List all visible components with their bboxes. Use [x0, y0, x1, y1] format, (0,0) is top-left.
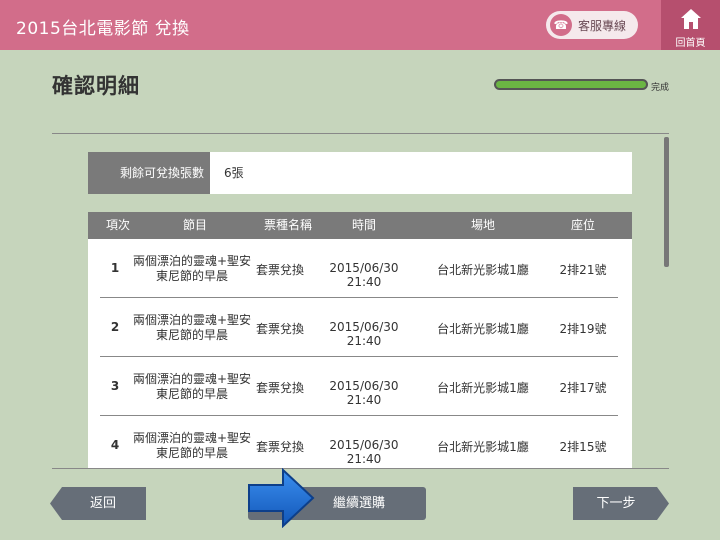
row-time: 2015/06/30 21:40	[329, 438, 399, 466]
row-seat: 2排15號	[559, 440, 607, 454]
row-ticket-type: 套票兌換	[255, 263, 304, 277]
header-seat: 座位	[570, 218, 595, 232]
home-icon	[681, 9, 701, 29]
row-venue: 台北新光影城1廳	[437, 381, 529, 395]
row-number: 4	[110, 438, 120, 452]
remaining-count-row: 剩餘可兌換張數 6張	[88, 152, 632, 194]
progress-label: 完成	[651, 83, 670, 93]
header-program: 節目	[182, 218, 207, 232]
row-venue: 台北新光影城1廳	[437, 440, 529, 454]
service-hotline-button[interactable]: ☎ 客服專線	[546, 11, 638, 39]
table-row[interactable]: 3 兩個漂泊的靈魂+聖安東尼節的早晨 套票兌換 2015/06/30 21:40…	[88, 357, 632, 416]
row-ticket-type: 套票兌換	[255, 381, 304, 395]
app-title: 2015台北電影節 兌換	[16, 19, 190, 39]
row-seat: 2排19號	[559, 322, 607, 336]
row-seat: 2排21號	[559, 263, 607, 277]
row-ticket-type: 套票兌換	[255, 322, 304, 336]
back-button[interactable]: 返回	[50, 487, 146, 520]
header-ticket-type: 票種名稱	[263, 218, 312, 232]
table-header: 項次 節目 票種名稱 時間 場地 座位	[88, 212, 632, 239]
service-hotline-label: 客服專線	[578, 19, 627, 33]
row-seat: 2排17號	[559, 381, 607, 395]
header-venue: 場地	[470, 218, 495, 232]
row-program: 兩個漂泊的靈魂+聖安東尼節的早晨	[132, 254, 252, 283]
order-table: 項次 節目 票種名稱 時間 場地 座位 1 兩個漂泊的靈魂+聖安東尼節的早晨 套…	[88, 212, 632, 468]
home-label: 回首頁	[675, 38, 706, 49]
next-step-button[interactable]: 下一步	[573, 487, 669, 520]
header-item-number: 項次	[105, 218, 130, 232]
divider	[52, 133, 669, 134]
home-button[interactable]: 回首頁	[661, 0, 720, 50]
row-number: 1	[110, 261, 120, 275]
row-time: 2015/06/30 21:40	[329, 320, 399, 348]
header-time: 時間	[351, 218, 376, 232]
row-program: 兩個漂泊的靈魂+聖安東尼節的早晨	[132, 372, 252, 401]
header-bar: 2015台北電影節 兌換 ☎ 客服專線 回首頁	[0, 0, 720, 50]
row-venue: 台北新光影城1廳	[437, 263, 529, 277]
remaining-count-label: 剩餘可兌換張數	[88, 152, 210, 194]
phone-icon: ☎	[550, 14, 572, 36]
arrow-right-icon	[248, 468, 315, 528]
table-row[interactable]: 2 兩個漂泊的靈魂+聖安東尼節的早晨 套票兌換 2015/06/30 21:40…	[88, 298, 632, 357]
row-number: 3	[110, 379, 120, 393]
row-program: 兩個漂泊的靈魂+聖安東尼節的早晨	[132, 313, 252, 342]
remaining-count-value: 6張	[224, 166, 244, 180]
row-ticket-type: 套票兌換	[255, 440, 304, 454]
page-title: 確認明細	[52, 74, 140, 98]
divider	[52, 468, 669, 469]
progress-fill	[496, 81, 646, 88]
row-venue: 台北新光影城1廳	[437, 322, 529, 336]
table-row[interactable]: 4 兩個漂泊的靈魂+聖安東尼節的早晨 套票兌換 2015/06/30 21:40…	[88, 416, 632, 468]
row-number: 2	[110, 320, 120, 334]
table-row[interactable]: 1 兩個漂泊的靈魂+聖安東尼節的早晨 套票兌換 2015/06/30 21:40…	[88, 239, 632, 298]
row-time: 2015/06/30 21:40	[329, 261, 399, 289]
row-time: 2015/06/30 21:40	[329, 379, 399, 407]
progress-bar	[494, 79, 648, 90]
row-program: 兩個漂泊的靈魂+聖安東尼節的早晨	[132, 431, 252, 460]
table-scrollbar[interactable]	[664, 137, 669, 267]
